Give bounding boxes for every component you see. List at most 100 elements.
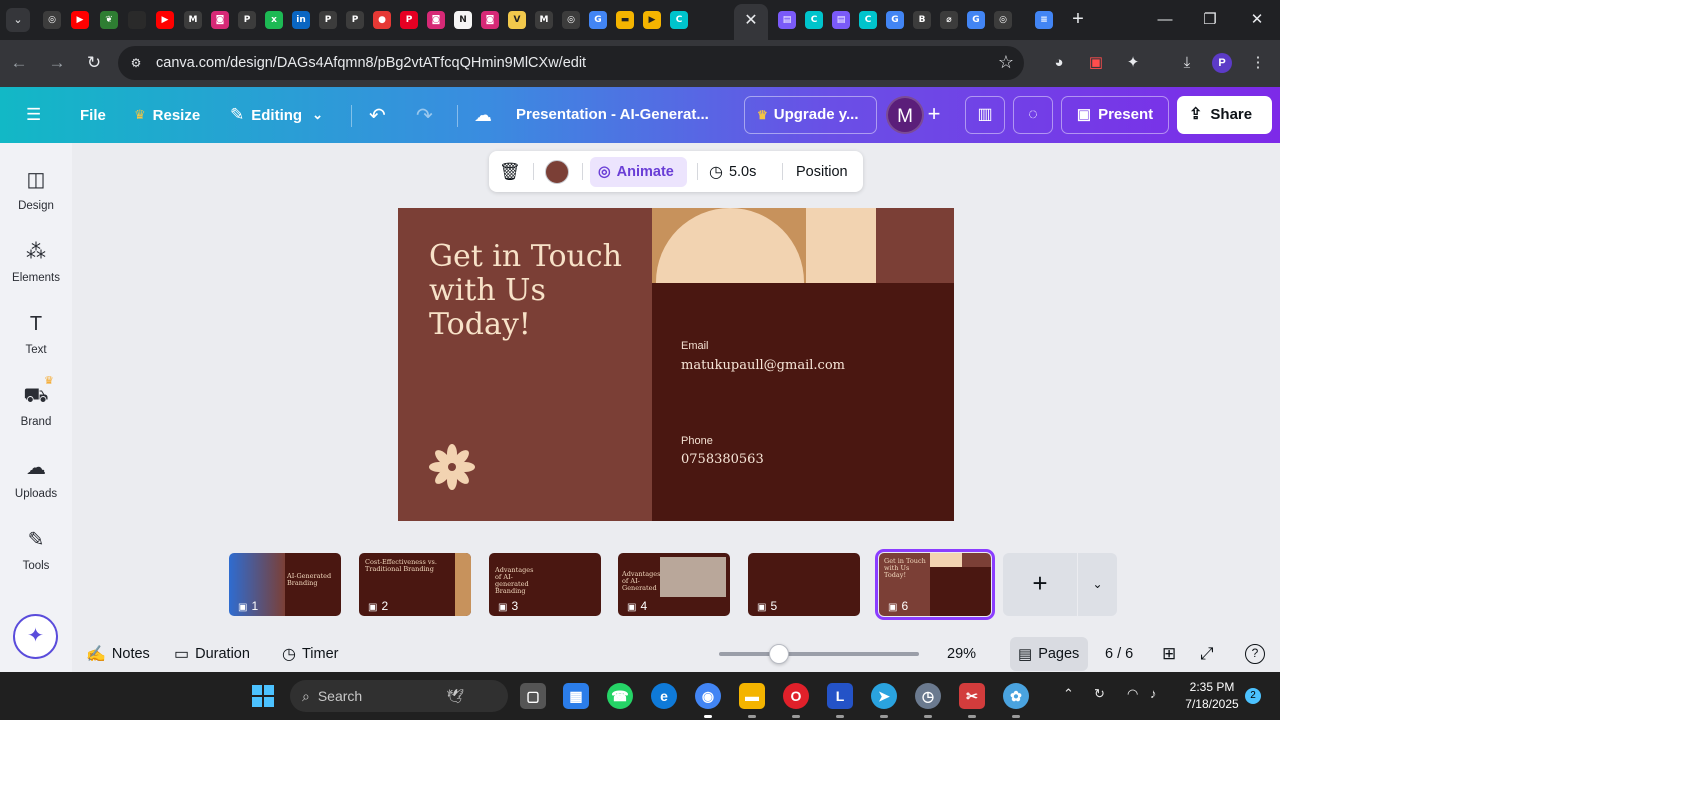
- insights-button[interactable]: ▥: [965, 96, 1005, 134]
- invite-plus-button[interactable]: +: [919, 100, 949, 130]
- duration-button[interactable]: ◷ 5.0s: [709, 151, 756, 192]
- pages-button[interactable]: ▤ Pages: [1010, 637, 1088, 671]
- zoom-slider-handle[interactable]: [769, 644, 789, 664]
- sidebar-item-uploads[interactable]: ☁ Uploads: [0, 455, 72, 515]
- zoom-level[interactable]: 29%: [947, 636, 976, 672]
- page-indicator[interactable]: 6 / 6: [1105, 636, 1133, 672]
- tab-chatgpt-icon[interactable]: ◎: [562, 11, 580, 29]
- add-page-button[interactable]: + ⌄: [1003, 553, 1117, 616]
- url-text[interactable]: canva.com/design/DAGs4Afqmn8/pBg2vtATfcq…: [156, 55, 586, 71]
- document-title[interactable]: Presentation - AI-Generat...: [516, 87, 709, 143]
- tab-v-icon[interactable]: V: [508, 11, 526, 29]
- tab-b-icon[interactable]: B: [913, 11, 931, 29]
- notes-button[interactable]: ✍ Notes: [86, 636, 150, 672]
- bookmark-star-icon[interactable]: ☆: [998, 52, 1014, 73]
- phone-value[interactable]: 0758380563: [681, 452, 764, 467]
- extension-icon[interactable]: ▣: [1085, 52, 1107, 74]
- tab-x-icon[interactable]: x: [265, 11, 283, 29]
- forward-icon[interactable]: →: [44, 50, 70, 76]
- save-status-button[interactable]: ☁: [474, 87, 499, 143]
- phone-label[interactable]: Phone: [681, 435, 713, 447]
- reload-icon[interactable]: ↻: [81, 50, 107, 76]
- tab-app-icon[interactable]: ●: [373, 11, 391, 29]
- page-thumbnail[interactable]: AI-Generated Branding ▣ 1: [229, 553, 341, 616]
- tab-document-icon[interactable]: P: [319, 11, 337, 29]
- tab-youtube-icon[interactable]: ▶: [71, 11, 89, 29]
- tab-chatgpt-icon[interactable]: ◎: [994, 11, 1012, 29]
- delete-button[interactable]: 🗑: [499, 151, 521, 192]
- tab-app-icon[interactable]: ▬: [616, 11, 634, 29]
- sidebar-item-brand[interactable]: ⛟ Brand: [0, 383, 72, 443]
- task-view-icon[interactable]: ▢: [520, 683, 546, 709]
- browser-profile-avatar[interactable]: P: [1212, 53, 1232, 73]
- resize-button[interactable]: ♛ Resize: [134, 87, 200, 143]
- back-icon[interactable]: ←: [6, 50, 32, 76]
- tab-canva-icon[interactable]: C: [670, 11, 688, 29]
- omnibox[interactable]: ⚙ canva.com/design/DAGs4Afqmn8/pBg2vtATf…: [118, 46, 1024, 80]
- tab-document-icon[interactable]: P: [238, 11, 256, 29]
- editing-mode-dropdown[interactable]: ✎ Editing ⌄: [230, 87, 323, 143]
- tab-google-icon[interactable]: G: [886, 11, 904, 29]
- flower-graphic[interactable]: [428, 443, 476, 491]
- close-tab-icon[interactable]: ✕: [734, 4, 768, 38]
- paint-icon[interactable]: ✿: [1003, 683, 1029, 709]
- fullscreen-button[interactable]: ⤢: [1200, 636, 1214, 672]
- duration-button[interactable]: ▭ Duration: [174, 636, 250, 672]
- email-label[interactable]: Email: [681, 340, 709, 352]
- active-tab[interactable]: ✕: [734, 4, 768, 40]
- tab-leaf-icon[interactable]: ❦: [100, 11, 118, 29]
- browser-menu-icon[interactable]: ⋮: [1247, 52, 1269, 74]
- slide-canvas[interactable]: Get in Touch with Us Today! Email matuku…: [398, 208, 954, 521]
- tab-canva-icon[interactable]: C: [859, 11, 877, 29]
- file-menu-button[interactable]: File: [80, 87, 106, 143]
- present-button[interactable]: ▣ Present: [1061, 96, 1169, 134]
- grid-view-button[interactable]: ⊞: [1162, 636, 1176, 672]
- snipping-tool-icon[interactable]: ✂: [959, 683, 985, 709]
- zoom-slider-track[interactable]: [719, 652, 919, 656]
- page-thumbnail[interactable]: Cost-Effectiveness vs. Traditional Brand…: [359, 553, 471, 616]
- close-window-icon[interactable]: ✕: [1242, 6, 1272, 34]
- tab-chatgpt-icon[interactable]: ◎: [43, 11, 61, 29]
- tab-app-icon[interactable]: ⌀: [940, 11, 958, 29]
- slide-title[interactable]: Get in Touch with Us Today!: [429, 240, 639, 342]
- opera-icon[interactable]: O: [783, 683, 809, 709]
- taskbar-clock[interactable]: 2:35 PM 7/18/2025: [1180, 679, 1244, 713]
- upgrade-button[interactable]: ♛ Upgrade y...: [744, 96, 877, 134]
- app-l-icon[interactable]: L: [827, 683, 853, 709]
- whatsapp-icon[interactable]: ☎: [607, 683, 633, 709]
- position-button[interactable]: Position: [796, 151, 848, 192]
- telegram-icon[interactable]: ➤: [871, 683, 897, 709]
- tab-play-icon[interactable]: ▶: [643, 11, 661, 29]
- timer-button[interactable]: ◷ Timer: [282, 636, 338, 672]
- notification-badge[interactable]: 2: [1245, 688, 1261, 704]
- undo-button[interactable]: ↶: [369, 87, 393, 143]
- help-button[interactable]: ?: [1245, 636, 1265, 672]
- tab-google-icon[interactable]: G: [967, 11, 985, 29]
- clock-app-icon[interactable]: ◷: [915, 683, 941, 709]
- store-icon[interactable]: ▦: [563, 683, 589, 709]
- page-thumbnail[interactable]: ▣ 5: [748, 553, 860, 616]
- download-icon[interactable]: ⤓: [1176, 52, 1198, 74]
- minimize-icon[interactable]: —: [1150, 6, 1180, 34]
- tab-instagram-icon[interactable]: ◙: [427, 11, 445, 29]
- tab-instagram-icon[interactable]: ◙: [211, 11, 229, 29]
- windows-start-icon[interactable]: [252, 685, 274, 707]
- tab-google-icon[interactable]: G: [589, 11, 607, 29]
- site-info-icon[interactable]: ⚙: [126, 53, 146, 73]
- wifi-icon[interactable]: ◠: [1127, 686, 1138, 702]
- chevron-down-icon[interactable]: ⌄: [1077, 553, 1117, 616]
- plus-icon[interactable]: +: [1003, 553, 1077, 616]
- tab-gmail-icon[interactable]: M: [535, 11, 553, 29]
- tab-instagram-icon[interactable]: ◙: [481, 11, 499, 29]
- tab-app-icon[interactable]: ▤: [832, 11, 850, 29]
- tab-youtube-icon[interactable]: ▶: [156, 11, 174, 29]
- tab-pinterest-icon[interactable]: P: [400, 11, 418, 29]
- animate-button[interactable]: ◎ Animate: [590, 157, 687, 187]
- tab-gmail-icon[interactable]: M: [184, 11, 202, 29]
- page-thumbnail-current[interactable]: Get in Touch with Us Today! ▣ 6: [875, 549, 995, 620]
- comments-button[interactable]: ◌: [1013, 96, 1053, 134]
- edge-icon[interactable]: e: [651, 683, 677, 709]
- volume-icon[interactable]: ♪: [1150, 686, 1157, 701]
- tab-app-icon[interactable]: ▤: [778, 11, 796, 29]
- tab-blank-icon[interactable]: [128, 11, 146, 29]
